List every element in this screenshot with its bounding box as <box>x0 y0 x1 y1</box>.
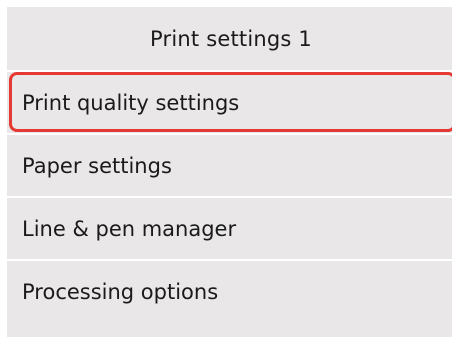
menu-item-label: Print quality settings <box>22 90 240 115</box>
menu-item-processing-options[interactable]: Processing options <box>7 259 452 323</box>
menu-item-print-quality-settings[interactable]: Print quality settings <box>7 70 452 133</box>
menu-item-paper-settings[interactable]: Paper settings <box>7 133 452 196</box>
menu-item-label: Processing options <box>22 280 219 304</box>
page-title: Print settings 1 <box>150 26 312 51</box>
menu-item-line-pen-manager[interactable]: Line & pen manager <box>7 196 452 259</box>
menu-item-label: Paper settings <box>22 153 172 178</box>
printer-screen: Print settings 1 Print quality settings … <box>7 7 452 337</box>
menu-item-label: Line & pen manager <box>22 216 237 241</box>
